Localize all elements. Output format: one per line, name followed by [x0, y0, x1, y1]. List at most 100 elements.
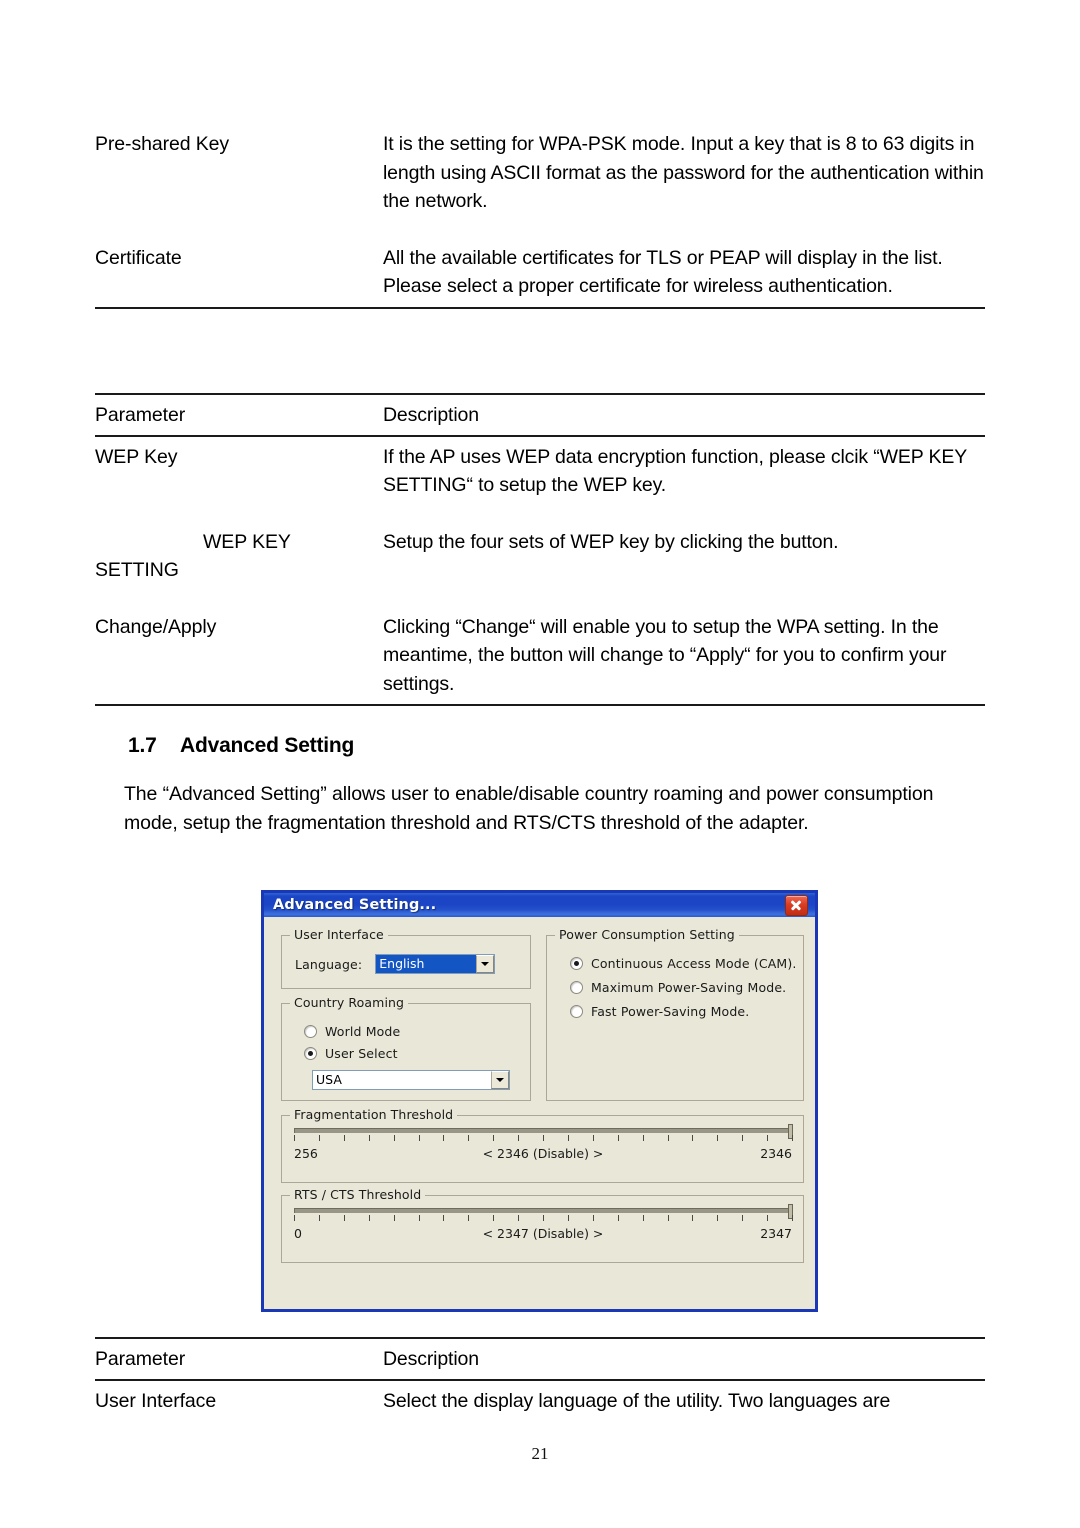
fragmentation-slider-track[interactable]: [294, 1124, 793, 1139]
radio-maximum-power-saving-label: Maximum Power-Saving Mode.: [591, 980, 787, 995]
fragmentation-slider-ticks: [294, 1135, 793, 1144]
slider-tick: [642, 1215, 644, 1221]
table-row: Change/Apply Clicking “Change“ will enab…: [95, 611, 985, 699]
row-spacer: [95, 585, 985, 611]
fragmentation-slider[interactable]: 256 < 2346 (Disable) > 2346: [294, 1124, 793, 1161]
slider-tick: [617, 1215, 619, 1221]
slider-tick: [393, 1215, 395, 1221]
slider-tick: [692, 1135, 694, 1141]
fragmentation-current-label: < 2346 (Disable) >: [482, 1146, 604, 1161]
table-bottom-rule: [95, 704, 985, 706]
row-parameter: User Interface: [95, 1389, 217, 1412]
rts-cts-max-label: 2347: [760, 1226, 792, 1241]
row-description: Setup the four sets of WEP key by clicki…: [383, 530, 839, 553]
slider-tick: [443, 1135, 445, 1141]
slider-tick: [443, 1215, 445, 1221]
slider-tick: [592, 1215, 594, 1221]
slider-tick: [294, 1135, 295, 1141]
group-power-consumption: Power Consumption Setting Continuous Acc…: [546, 927, 804, 1101]
slider-tick: [418, 1135, 420, 1141]
country-select[interactable]: USA: [312, 1070, 510, 1090]
row-parameter-line1: WEP KEY: [203, 530, 291, 553]
document-page: Pre-shared Key It is the setting for WPA…: [0, 0, 1080, 1528]
close-icon[interactable]: [785, 894, 808, 916]
row-parameter: Certificate: [95, 246, 182, 269]
radio-user-select[interactable]: User Select: [304, 1046, 398, 1061]
table-row: WEP KEY SETTING Setup the four sets of W…: [95, 526, 985, 585]
slider-tick: [692, 1215, 694, 1221]
fragmentation-min-label: 256: [294, 1146, 318, 1161]
group-power-consumption-legend: Power Consumption Setting: [555, 927, 739, 942]
row-description: Clicking “Change“ will enable you to set…: [383, 615, 947, 695]
slider-tick: [642, 1135, 644, 1141]
slider-tick: [742, 1135, 744, 1141]
group-country-roaming: Country Roaming World Mode User Select U…: [281, 995, 531, 1101]
slider-tick: [493, 1135, 495, 1141]
rts-cts-current-label: < 2347 (Disable) >: [482, 1226, 604, 1241]
slider-tick: [667, 1135, 669, 1141]
section-number: 1.7: [128, 734, 157, 757]
chevron-down-icon[interactable]: [491, 1071, 509, 1089]
slider-tick: [767, 1135, 769, 1141]
row-parameter: Pre-shared Key: [95, 133, 230, 155]
group-user-interface: User Interface Language: English: [281, 927, 531, 989]
country-value: USA: [316, 1072, 342, 1087]
language-value: English: [376, 955, 477, 973]
radio-continuous-access-mode-label: Continuous Access Mode (CAM).: [591, 956, 797, 971]
header-description: Description: [383, 1348, 479, 1370]
row-description: It is the setting for WPA-PSK mode. Inpu…: [383, 133, 984, 212]
radio-icon[interactable]: [570, 981, 583, 994]
radio-icon[interactable]: [304, 1025, 317, 1038]
row-parameter-line2: SETTING: [95, 559, 179, 581]
row-spacer: [95, 216, 985, 242]
table-pre-shared-key: Pre-shared Key It is the setting for WPA…: [95, 128, 985, 309]
rts-cts-slider[interactable]: 0 < 2347 (Disable) > 2347: [294, 1204, 793, 1241]
language-label: Language:: [295, 956, 363, 972]
radio-continuous-access-mode[interactable]: Continuous Access Mode (CAM).: [570, 956, 797, 971]
rts-cts-slider-track[interactable]: [294, 1204, 793, 1219]
radio-icon[interactable]: [304, 1047, 317, 1060]
radio-maximum-power-saving[interactable]: Maximum Power-Saving Mode.: [570, 980, 786, 995]
slider-tick: [368, 1215, 370, 1221]
fragmentation-max-label: 2346: [760, 1146, 792, 1161]
group-rts-cts-threshold-legend: RTS / CTS Threshold: [290, 1187, 426, 1202]
radio-icon[interactable]: [570, 1005, 583, 1018]
row-parameter: Change/Apply: [95, 615, 217, 638]
radio-icon[interactable]: [570, 957, 583, 970]
table-header-row: Parameter Description: [95, 1339, 985, 1374]
radio-world-mode-label: World Mode: [325, 1024, 401, 1039]
section-paragraph-text: The “Advanced Setting” allows user to en…: [124, 783, 934, 834]
table-bottom-rule: [95, 306, 985, 309]
slider-tick: [294, 1215, 295, 1221]
header-parameter: Parameter: [95, 404, 186, 426]
language-select[interactable]: English: [375, 954, 496, 974]
slider-tick: [393, 1135, 395, 1141]
group-fragmentation-threshold-legend: Fragmentation Threshold: [290, 1107, 458, 1122]
slider-tick: [767, 1215, 769, 1221]
table-row: Pre-shared Key It is the setting for WPA…: [95, 128, 985, 216]
slider-tick: [617, 1135, 619, 1141]
group-country-roaming-legend: Country Roaming: [290, 995, 409, 1010]
rts-cts-slider-ticks: [294, 1215, 793, 1224]
radio-fast-power-saving[interactable]: Fast Power-Saving Mode.: [570, 1004, 749, 1019]
table-user-interface: Parameter Description User Interface Sel…: [95, 1337, 985, 1415]
dialog-body: User Interface Language: English Country…: [264, 917, 815, 1309]
slider-tick: [717, 1135, 719, 1141]
header-parameter: Parameter: [95, 1348, 186, 1370]
slider-tick: [567, 1215, 569, 1221]
slider-tick: [343, 1215, 345, 1221]
radio-world-mode[interactable]: World Mode: [304, 1024, 400, 1039]
language-row: Language: English: [295, 954, 496, 974]
advanced-setting-dialog: Advanced Setting... User Interface Langu…: [261, 890, 818, 1312]
dialog-titlebar[interactable]: Advanced Setting...: [261, 890, 818, 917]
slider-tick: [343, 1135, 345, 1141]
group-user-interface-legend: User Interface: [290, 927, 388, 942]
slider-tick: [792, 1215, 793, 1221]
row-description: All the available certificates for TLS o…: [383, 246, 943, 298]
chevron-down-icon[interactable]: [476, 955, 495, 973]
slider-tick: [468, 1135, 470, 1141]
header-description: Description: [383, 404, 479, 426]
row-description: If the AP uses WEP data encryption funct…: [383, 445, 967, 497]
slider-tick: [318, 1135, 320, 1141]
page-number: 21: [531, 1444, 549, 1463]
